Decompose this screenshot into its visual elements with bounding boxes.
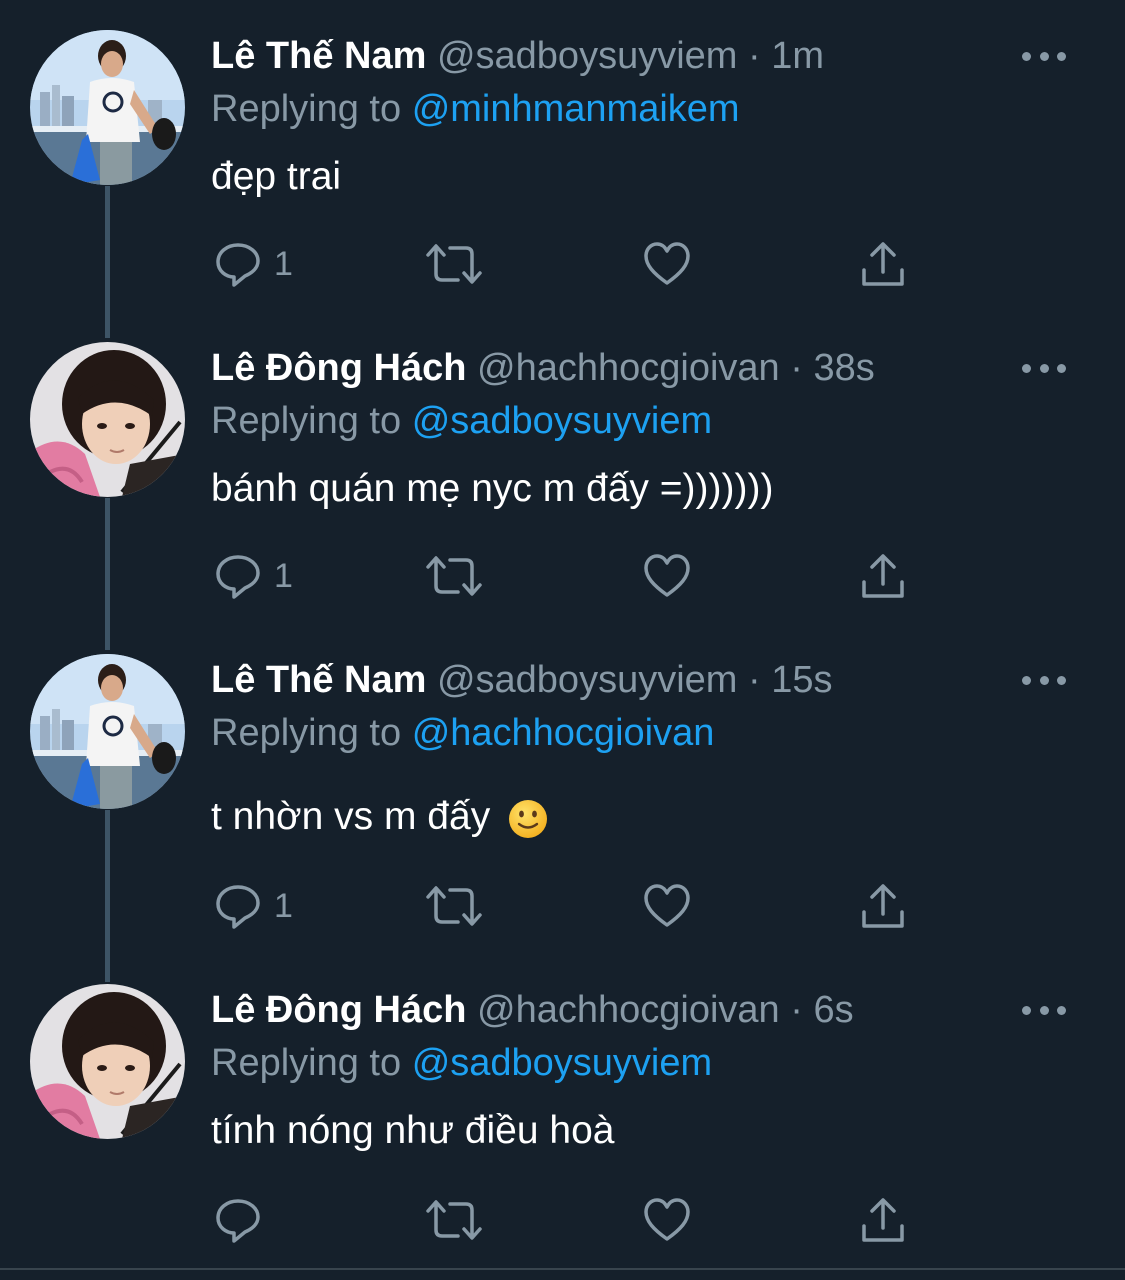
more-icon[interactable] [1022,670,1066,690]
retweet-button[interactable] [426,240,482,288]
replying-to: Replying to @minhmanmaikem [211,84,740,134]
heart-icon [644,1198,690,1241]
display-name[interactable]: Lê Đông Hách [211,989,466,1031]
like-button[interactable] [643,552,691,600]
separator-dot: · [748,35,761,77]
reply-icon [216,1199,260,1243]
user-handle[interactable]: @hachhocgioivan [477,989,780,1031]
replying-to: Replying to @hachhocgioivan [211,708,714,758]
avatar-photo-boat [30,654,185,809]
timestamp[interactable]: 15s [771,659,832,701]
divider [0,1268,1125,1270]
replying-to-mention[interactable]: @sadboysuyviem [412,400,712,442]
tweet[interactable]: Lê Thế Nam @sadboysuyviem · 15s Replying… [0,624,1125,954]
more-icon[interactable] [1022,1000,1066,1020]
avatar[interactable] [30,654,185,809]
like-button[interactable] [643,882,691,930]
timestamp[interactable]: 1m [771,35,824,77]
user-handle[interactable]: @sadboysuyviem [437,35,737,77]
avatar[interactable] [30,984,185,1139]
share-icon [862,1198,904,1242]
reply-count: 1 [274,887,293,925]
tweet-header: Lê Thế Nam @sadboysuyviem · 1m [211,30,824,82]
tweet-text-row: t nhờn vs m đấy [211,787,549,847]
display-name[interactable]: Lê Thế Nam [211,659,426,701]
separator-dot: · [790,989,803,1031]
share-button[interactable] [860,240,906,288]
timestamp[interactable]: 38s [813,347,874,389]
reply-thread: Lê Thế Nam @sadboysuyviem · 1m Replying … [0,0,1125,1280]
retweet-icon [426,1200,482,1240]
heart-icon [644,884,690,927]
reply-count: 1 [274,557,293,595]
replying-to-mention[interactable]: @minhmanmaikem [412,88,740,130]
reply-button[interactable]: 1 [214,240,293,288]
tweet-text: tính nóng như điều hoà [211,1109,615,1152]
tweet-text: bánh quán mẹ nyc m đấy =))))))) [211,467,774,510]
replying-to-label: Replying to [211,712,402,754]
tweet-text: t nhờn vs m đấy [211,795,491,838]
retweet-icon [426,886,482,926]
like-button[interactable] [643,240,691,288]
tweet-header: Lê Đông Hách @hachhocgioivan · 6s [211,984,854,1036]
tweet-text: đẹp trai [211,155,342,198]
replying-to: Replying to @sadboysuyviem [211,396,712,446]
share-icon [862,884,904,928]
more-icon[interactable] [1022,46,1066,66]
like-button[interactable] [643,1196,691,1244]
tweet-header: Lê Đông Hách @hachhocgioivan · 38s [211,342,875,394]
share-button[interactable] [860,882,906,930]
replying-to-label: Replying to [211,1042,402,1084]
retweet-button[interactable] [426,1196,482,1244]
more-icon[interactable] [1022,358,1066,378]
slightly-smiling-face-icon [509,799,548,838]
replying-to: Replying to @sadboysuyviem [211,1038,712,1088]
display-name[interactable]: Lê Thế Nam [211,35,426,77]
retweet-icon [426,556,482,596]
reply-button[interactable]: 1 [214,882,293,930]
replying-to-label: Replying to [211,88,402,130]
share-button[interactable] [860,552,906,600]
avatar-photo-portrait [30,984,185,1139]
user-handle[interactable]: @hachhocgioivan [477,347,780,389]
tweet[interactable]: Lê Thế Nam @sadboysuyviem · 1m Replying … [0,0,1125,312]
heart-icon [644,242,690,285]
replying-to-label: Replying to [211,400,402,442]
tweet[interactable]: Lê Đông Hách @hachhocgioivan · 6s Replyi… [0,954,1125,1268]
retweet-button[interactable] [426,882,482,930]
avatar[interactable] [30,342,185,497]
reply-button[interactable]: 1 [214,552,293,600]
reply-icon [216,243,260,287]
user-handle[interactable]: @sadboysuyviem [437,659,737,701]
retweet-icon [426,244,482,284]
reply-count: 1 [274,245,293,283]
share-button[interactable] [860,1196,906,1244]
replying-to-mention[interactable]: @hachhocgioivan [412,712,715,754]
reply-icon [216,555,260,599]
reply-button[interactable] [214,1196,274,1244]
retweet-button[interactable] [426,552,482,600]
share-icon [862,242,904,286]
separator-dot: · [790,347,803,389]
replying-to-mention[interactable]: @sadboysuyviem [412,1042,712,1084]
tweet[interactable]: Lê Đông Hách @hachhocgioivan · 38s Reply… [0,312,1125,624]
timestamp[interactable]: 6s [813,989,853,1031]
share-icon [862,554,904,598]
heart-icon [644,554,690,597]
reply-icon [216,885,260,929]
avatar[interactable] [30,30,185,185]
avatar-photo-portrait [30,342,185,497]
separator-dot: · [748,659,761,701]
tweet-header: Lê Thế Nam @sadboysuyviem · 15s [211,654,833,706]
avatar-photo-boat [30,30,185,185]
display-name[interactable]: Lê Đông Hách [211,347,466,389]
